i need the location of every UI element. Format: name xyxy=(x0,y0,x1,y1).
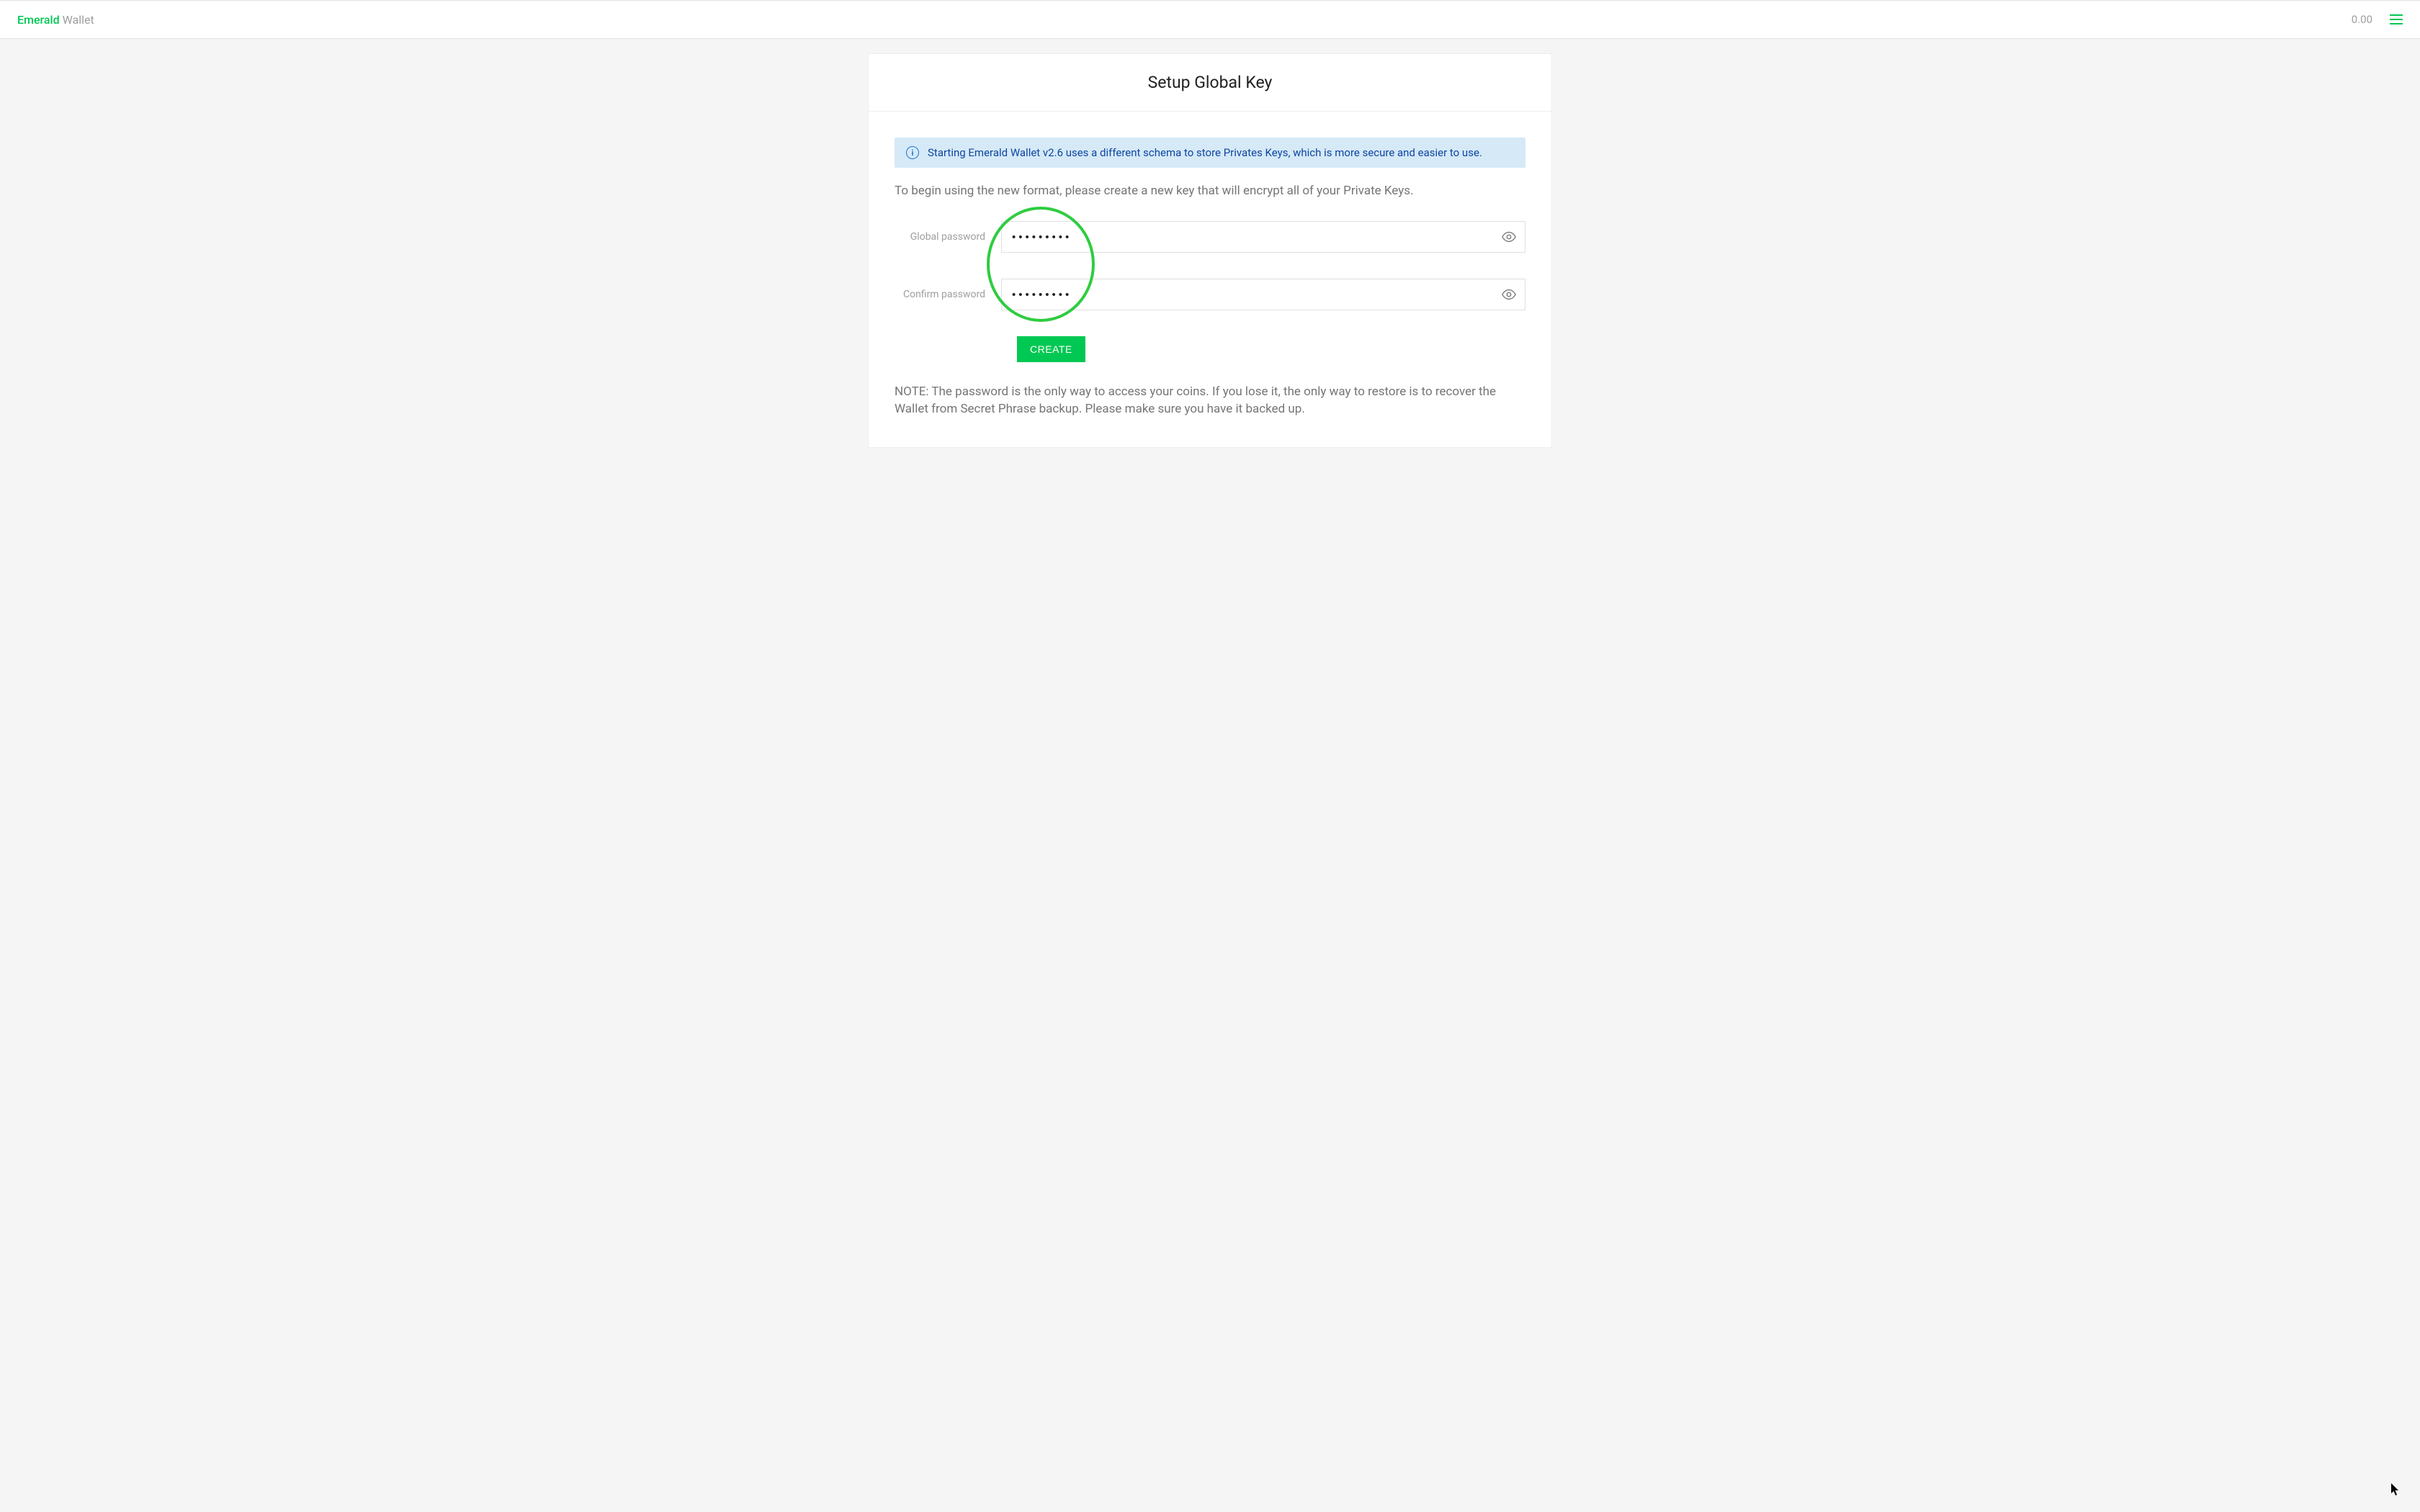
info-banner-text: Starting Emerald Wallet v2.6 uses a diff… xyxy=(928,146,1482,159)
header-right: 0.00 xyxy=(2352,13,2403,26)
confirm-password-input[interactable] xyxy=(1001,279,1525,310)
app-logo: Emerald Wallet xyxy=(17,13,94,27)
eye-icon[interactable] xyxy=(1501,229,1517,245)
global-password-label: Global password xyxy=(895,231,1001,243)
global-password-row: Global password xyxy=(895,221,1525,253)
app-header: Emerald Wallet 0.00 xyxy=(0,0,2420,39)
hamburger-menu-icon[interactable] xyxy=(2390,14,2403,24)
info-banner: i Starting Emerald Wallet v2.6 uses a di… xyxy=(895,138,1525,168)
content-area: i Starting Emerald Wallet v2.6 uses a di… xyxy=(869,112,1551,447)
create-button[interactable]: CREATE xyxy=(1017,336,1085,362)
mouse-cursor xyxy=(2391,1483,2400,1496)
global-password-wrapper xyxy=(1001,221,1525,253)
confirm-password-row: Confirm password xyxy=(895,279,1525,310)
confirm-password-wrapper xyxy=(1001,279,1525,310)
logo-brand: Emerald xyxy=(17,13,60,27)
eye-icon[interactable] xyxy=(1501,287,1517,302)
main-card: Setup Global Key i Starting Emerald Wall… xyxy=(868,53,1552,448)
intro-text: To begin using the new format, please cr… xyxy=(895,184,1525,198)
page-title: Setup Global Key xyxy=(869,54,1551,112)
note-text: NOTE: The password is the only way to ac… xyxy=(895,384,1525,418)
logo-suffix: Wallet xyxy=(60,13,94,27)
global-password-input[interactable] xyxy=(1001,221,1525,253)
form-area: Global password Confirm password xyxy=(895,221,1525,362)
confirm-password-label: Confirm password xyxy=(895,289,1001,300)
info-icon: i xyxy=(906,146,919,159)
balance-display: 0.00 xyxy=(2352,13,2372,26)
